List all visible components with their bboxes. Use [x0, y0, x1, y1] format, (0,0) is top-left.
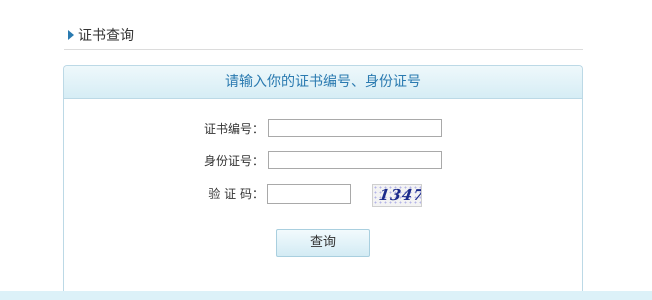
- certificate-input[interactable]: [268, 119, 442, 137]
- page: 证书查询 请输入你的证书编号、身份证号 证书编号： 身份证号： 验 证 码： 1…: [0, 0, 652, 300]
- panel-header-text: 请输入你的证书编号、身份证号: [225, 74, 421, 90]
- panel-header: 请输入你的证书编号、身份证号: [64, 66, 582, 99]
- certificate-row: 证书编号：: [64, 119, 582, 141]
- certificate-label: 证书编号：: [204, 122, 265, 136]
- captcha-label: 验 证 码：: [208, 187, 264, 201]
- triangle-right-icon: [68, 30, 74, 40]
- section-header: 证书查询: [64, 24, 583, 50]
- id-number-input[interactable]: [268, 151, 442, 169]
- query-button[interactable]: 查询: [276, 229, 370, 257]
- id-label: 身份证号：: [204, 154, 265, 168]
- id-row: 身份证号：: [64, 151, 582, 173]
- bottom-band: [0, 291, 652, 300]
- section-title: 证书查询: [78, 28, 134, 44]
- captcha-input[interactable]: [267, 184, 351, 204]
- captcha-row: 验 证 码：: [64, 184, 582, 206]
- query-panel: 请输入你的证书编号、身份证号 证书编号： 身份证号： 验 证 码： 1347 查…: [63, 65, 583, 293]
- captcha-image[interactable]: 1347: [372, 184, 422, 207]
- captcha-text: 1347: [377, 186, 422, 204]
